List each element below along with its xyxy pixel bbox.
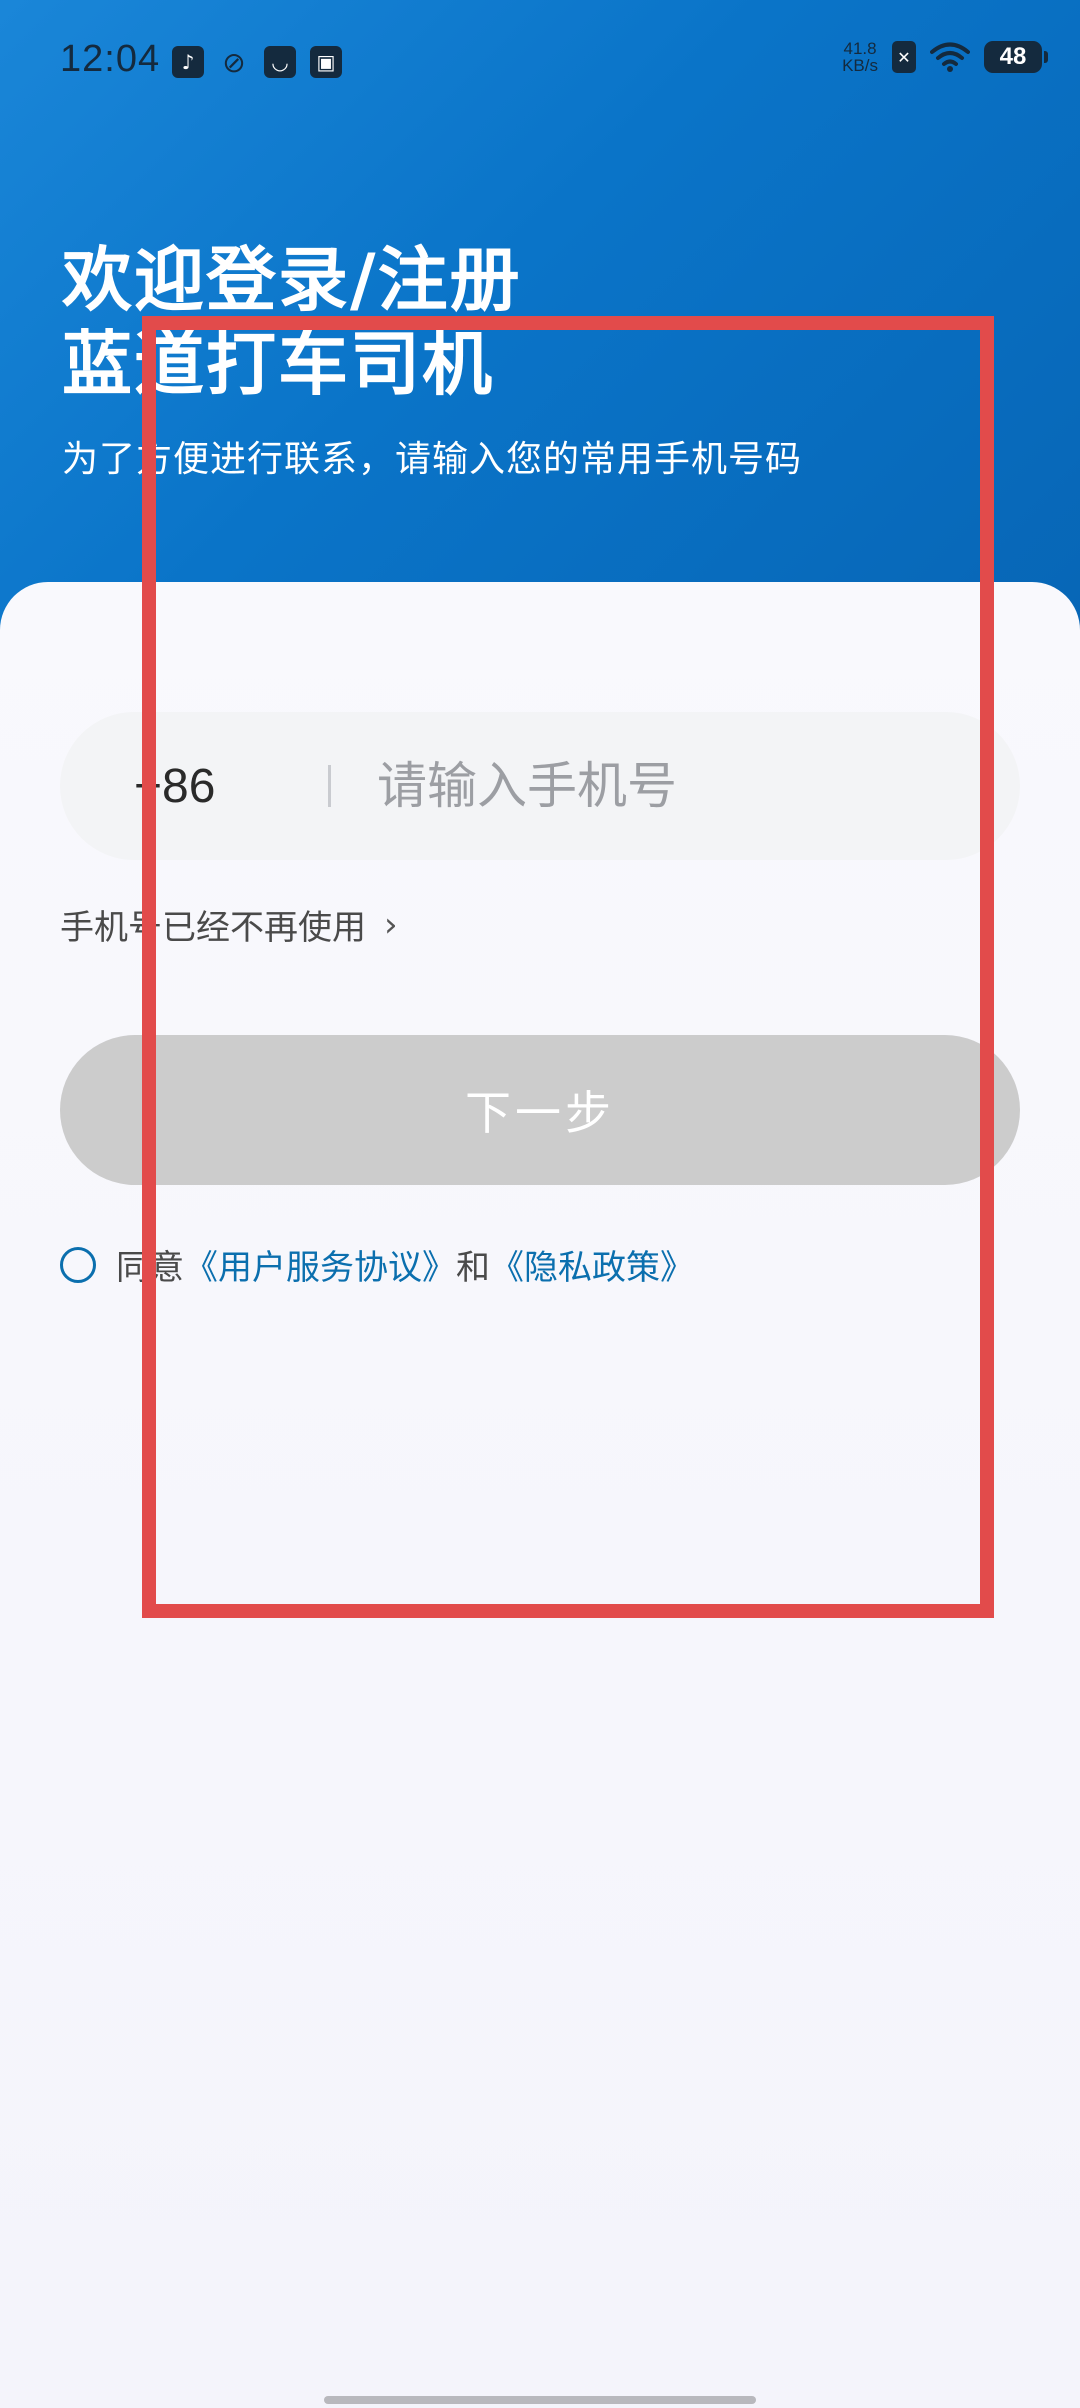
status-time: 12:04	[60, 38, 161, 80]
planet-app-icon: ⊘	[222, 45, 246, 79]
title-welcome: 欢迎登录/注册	[62, 239, 522, 321]
status-app-icons: ♪ ⊘ ◡ ▣	[172, 45, 342, 79]
status-bar: 12:04 ♪ ⊘ ◡ ▣ 41.8 KB/s ✕ 48	[0, 0, 1080, 130]
status-indicators: 41.8 KB/s ✕ 48	[842, 39, 1048, 75]
battery-indicator: 48	[984, 41, 1048, 73]
network-speed: 41.8 KB/s	[842, 39, 878, 75]
shopping-bag-icon: ◡	[264, 46, 296, 78]
highlight-box	[142, 316, 994, 1618]
home-indicator[interactable]	[324, 2396, 756, 2404]
wifi-icon	[930, 42, 970, 72]
tiktok-icon: ♪	[172, 46, 204, 78]
wallet-app-icon: ▣	[310, 46, 342, 78]
sim-off-icon: ✕	[892, 41, 916, 73]
agree-radio[interactable]	[60, 1246, 96, 1283]
